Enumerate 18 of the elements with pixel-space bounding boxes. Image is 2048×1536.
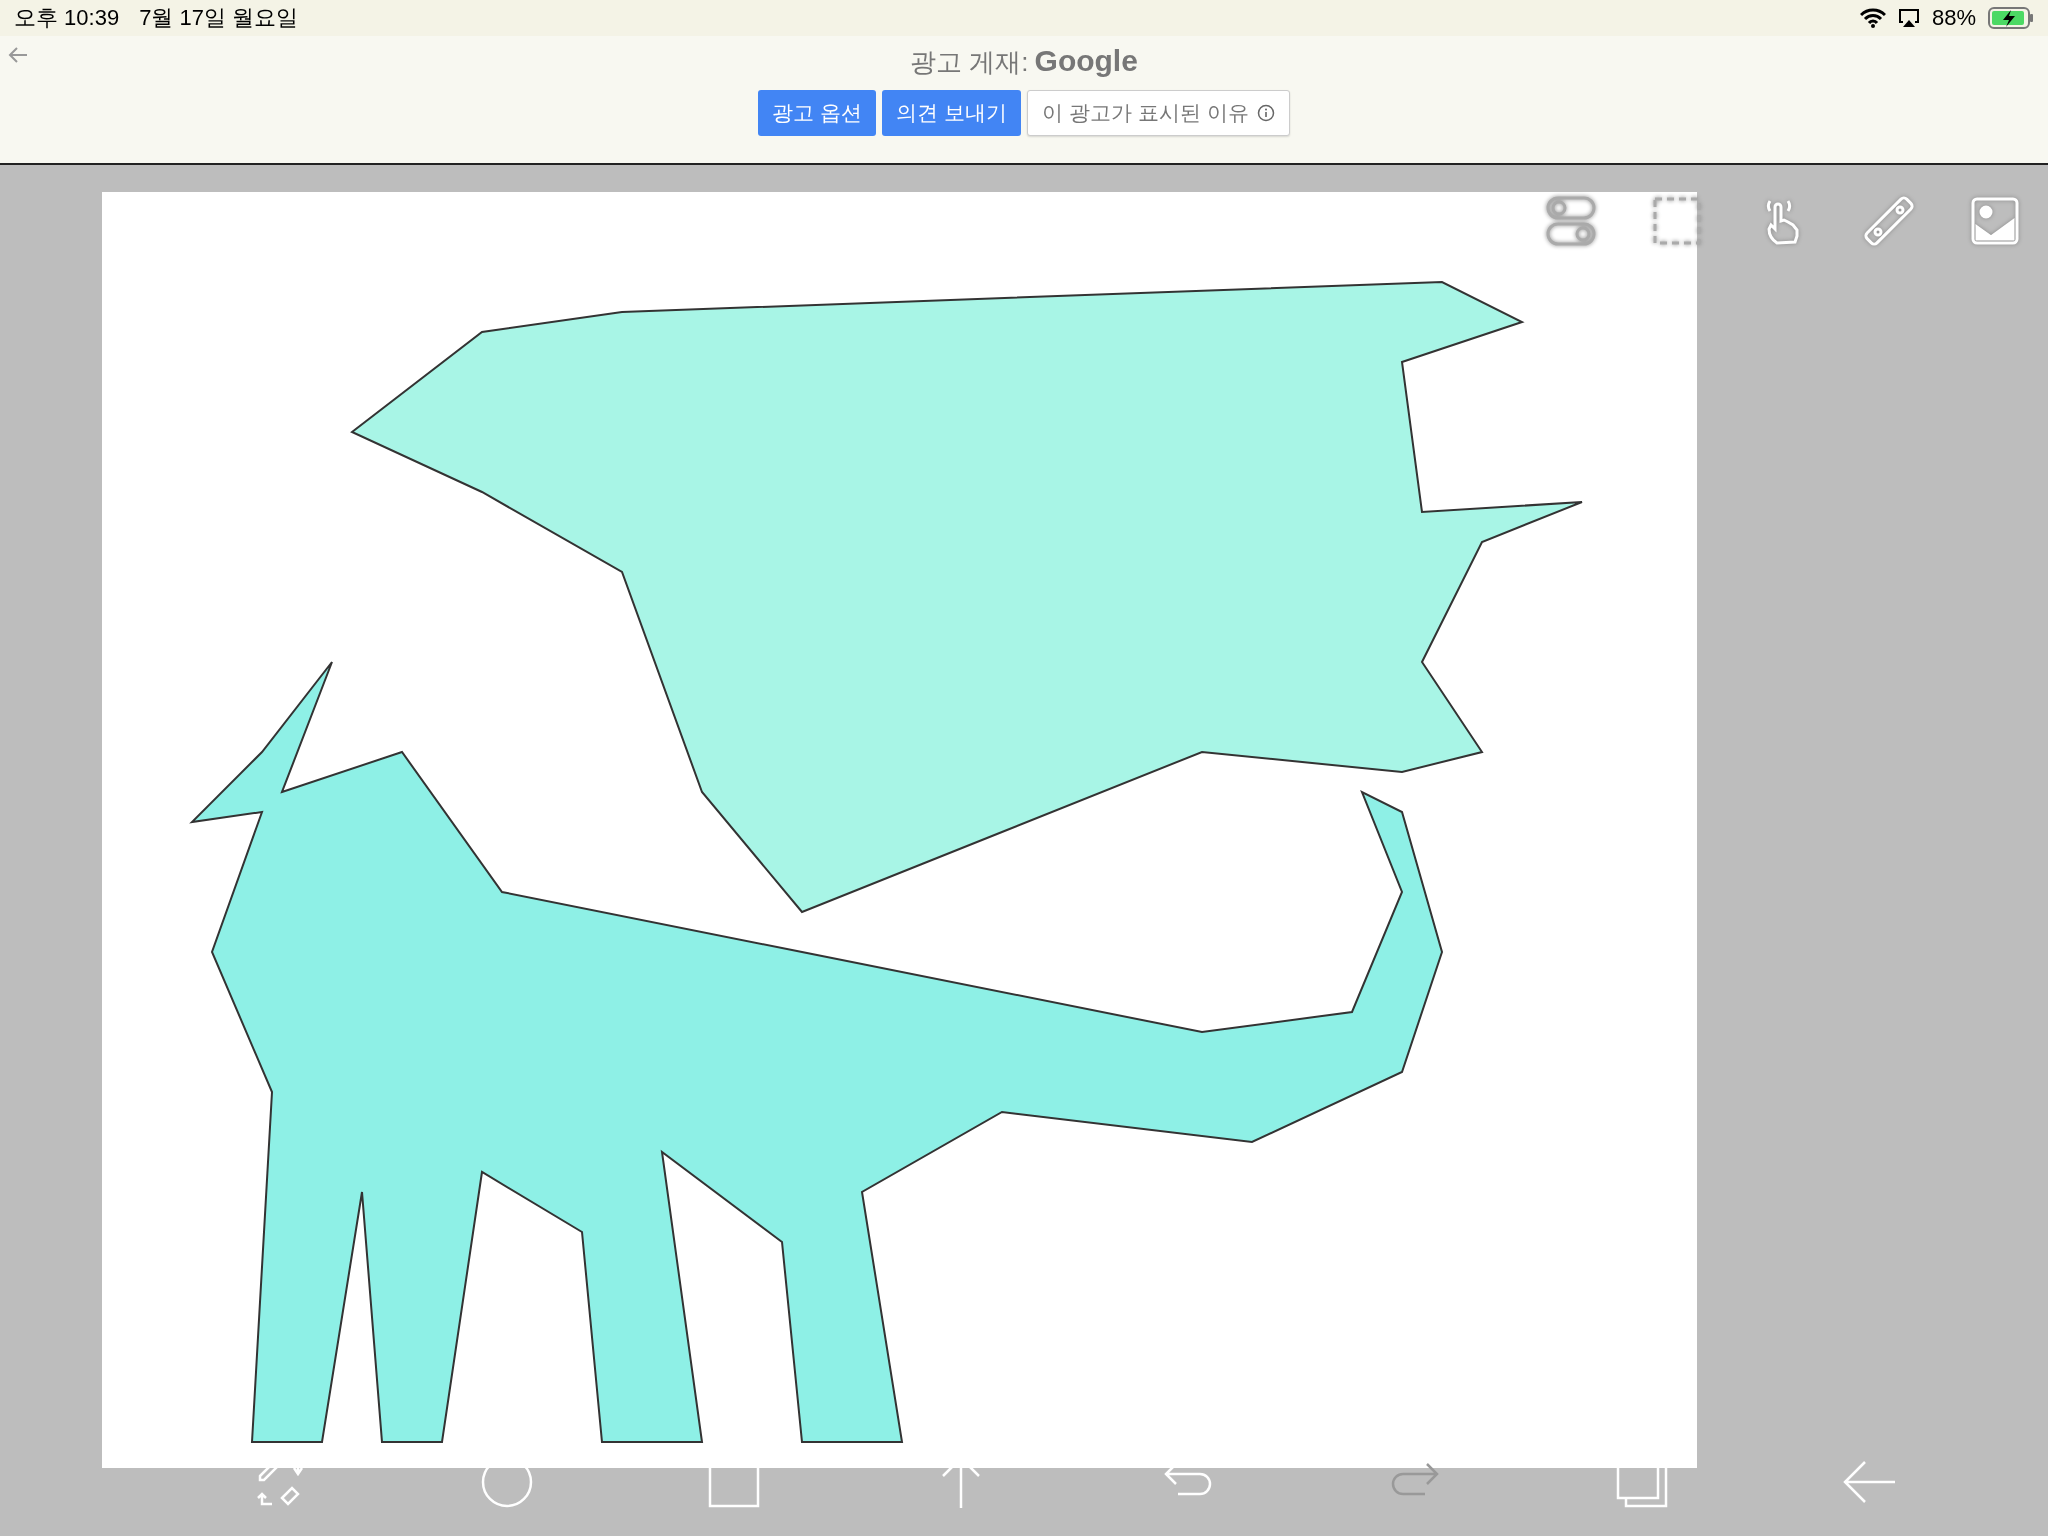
battery-charging-icon [1988,7,2034,29]
status-time: 오후 10:39 [14,4,120,32]
ad-brand: Google [1034,44,1138,78]
airplay-icon [1897,8,1920,28]
battery-percent: 88% [1931,5,1976,31]
canvas-background[interactable] [102,192,1697,1468]
ad-button[interactable]: 광고 옵션 [758,90,877,136]
ad-info-button[interactable]: 이 광고가 표시된 이유 [1027,90,1290,136]
status-date: 7월 17일 월요일 [139,4,299,32]
ad-label: 광고 게재: [910,46,1029,79]
back-arrow-icon[interactable] [8,46,28,64]
wifi-icon [1859,8,1886,28]
image-icon[interactable] [1969,195,2021,247]
ruler-icon[interactable] [1863,195,1915,247]
toggle-switches-icon[interactable] [1545,195,1597,247]
ad-button[interactable]: 의견 보내기 [882,90,1022,136]
dashed-selection-icon[interactable] [1651,195,1703,247]
info-icon [1256,104,1275,122]
